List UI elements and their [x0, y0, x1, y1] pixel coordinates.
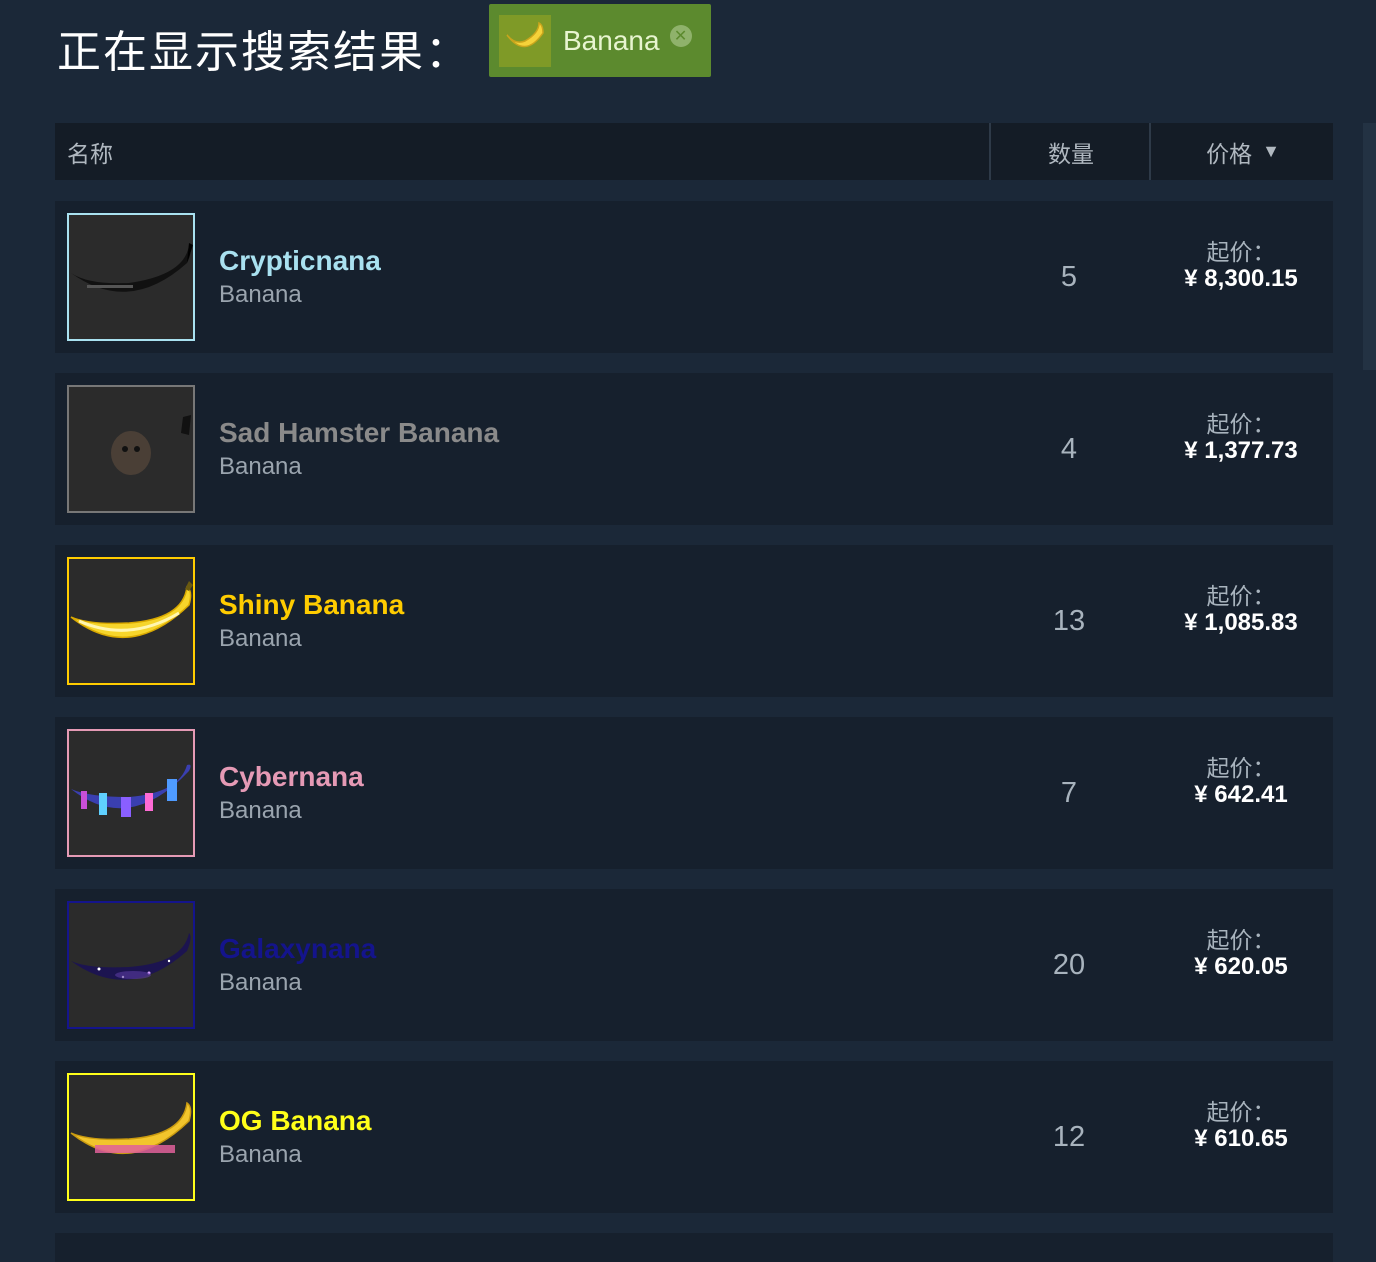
page-title: 正在显示搜索结果：	[57, 27, 471, 78]
item-price: ¥ 610.65	[1194, 1125, 1288, 1152]
item-name[interactable]: OG Banana	[219, 1105, 371, 1137]
item-thumbnail	[67, 213, 195, 341]
banana-icon	[499, 14, 551, 67]
table-header: 名称 数量 价格 ▼	[55, 123, 1333, 180]
item-game: Banana	[219, 797, 302, 824]
shiny-banana-icon	[69, 559, 193, 683]
table-row[interactable]	[55, 1233, 1333, 1262]
price-label: 起价：	[1206, 411, 1276, 437]
item-thumbnail	[67, 901, 195, 1029]
item-quantity: 5	[1060, 261, 1078, 293]
table-row[interactable]: Cybernana Banana 7 起价： ¥ 642.41	[55, 717, 1333, 869]
item-game: Banana	[219, 1141, 302, 1168]
item-price: ¥ 8,300.15	[1184, 265, 1298, 292]
item-quantity: 20	[1052, 949, 1086, 981]
item-game: Banana	[219, 625, 302, 652]
search-filter-tag[interactable]: Banana ✕	[489, 4, 711, 77]
item-name[interactable]: Shiny Banana	[219, 589, 404, 621]
close-icon[interactable]: ✕	[669, 24, 692, 47]
price-label: 起价：	[1206, 755, 1276, 781]
black-banana-icon	[69, 215, 193, 339]
price-label: 起价：	[1206, 583, 1276, 609]
item-game: Banana	[219, 281, 302, 308]
item-price: ¥ 620.05	[1194, 953, 1288, 980]
scrollbar[interactable]	[1363, 123, 1376, 370]
item-game: Banana	[219, 453, 302, 480]
column-header-name[interactable]: 名称	[67, 123, 113, 180]
table-row[interactable]: OG Banana Banana 12 起价： ¥ 610.65	[55, 1061, 1333, 1213]
table-row[interactable]: Crypticnana Banana 5 起价： ¥ 8,300.15	[55, 201, 1333, 353]
price-label: 起价：	[1206, 927, 1276, 953]
item-thumbnail	[67, 385, 195, 513]
sort-down-icon: ▼	[1262, 141, 1280, 161]
table-row[interactable]: Galaxynana Banana 20 起价： ¥ 620.05	[55, 889, 1333, 1041]
item-price: ¥ 1,085.83	[1184, 609, 1298, 636]
galaxy-banana-icon	[69, 903, 193, 1027]
item-name[interactable]: Crypticnana	[219, 245, 381, 277]
column-header-price[interactable]: 价格 ▼	[1149, 123, 1335, 180]
column-header-quantity[interactable]: 数量	[989, 123, 1151, 180]
item-thumbnail	[67, 1073, 195, 1201]
item-quantity: 12	[1052, 1121, 1086, 1153]
og-banana-icon	[69, 1075, 193, 1199]
item-name[interactable]: Cybernana	[219, 761, 364, 793]
item-thumbnail	[67, 729, 195, 857]
item-name[interactable]: Sad Hamster Banana	[219, 417, 499, 449]
item-quantity: 13	[1052, 605, 1086, 637]
table-row[interactable]: Sad Hamster Banana Banana 4 起价： ¥ 1,377.…	[55, 373, 1333, 525]
item-quantity: 7	[1060, 777, 1078, 809]
item-thumbnail	[67, 557, 195, 685]
column-header-price-label: 价格	[1206, 140, 1253, 167]
item-game: Banana	[219, 969, 302, 996]
cyber-banana-icon	[69, 731, 193, 855]
hamster-banana-icon	[69, 387, 193, 511]
item-quantity: 4	[1060, 433, 1078, 465]
item-price: ¥ 642.41	[1194, 781, 1288, 808]
table-row[interactable]: Shiny Banana Banana 13 起价： ¥ 1,085.83	[55, 545, 1333, 697]
filter-label: Banana	[563, 24, 660, 56]
price-label: 起价：	[1206, 239, 1276, 265]
item-price: ¥ 1,377.73	[1184, 437, 1298, 464]
item-name[interactable]: Galaxynana	[219, 933, 376, 965]
price-label: 起价：	[1206, 1099, 1276, 1125]
